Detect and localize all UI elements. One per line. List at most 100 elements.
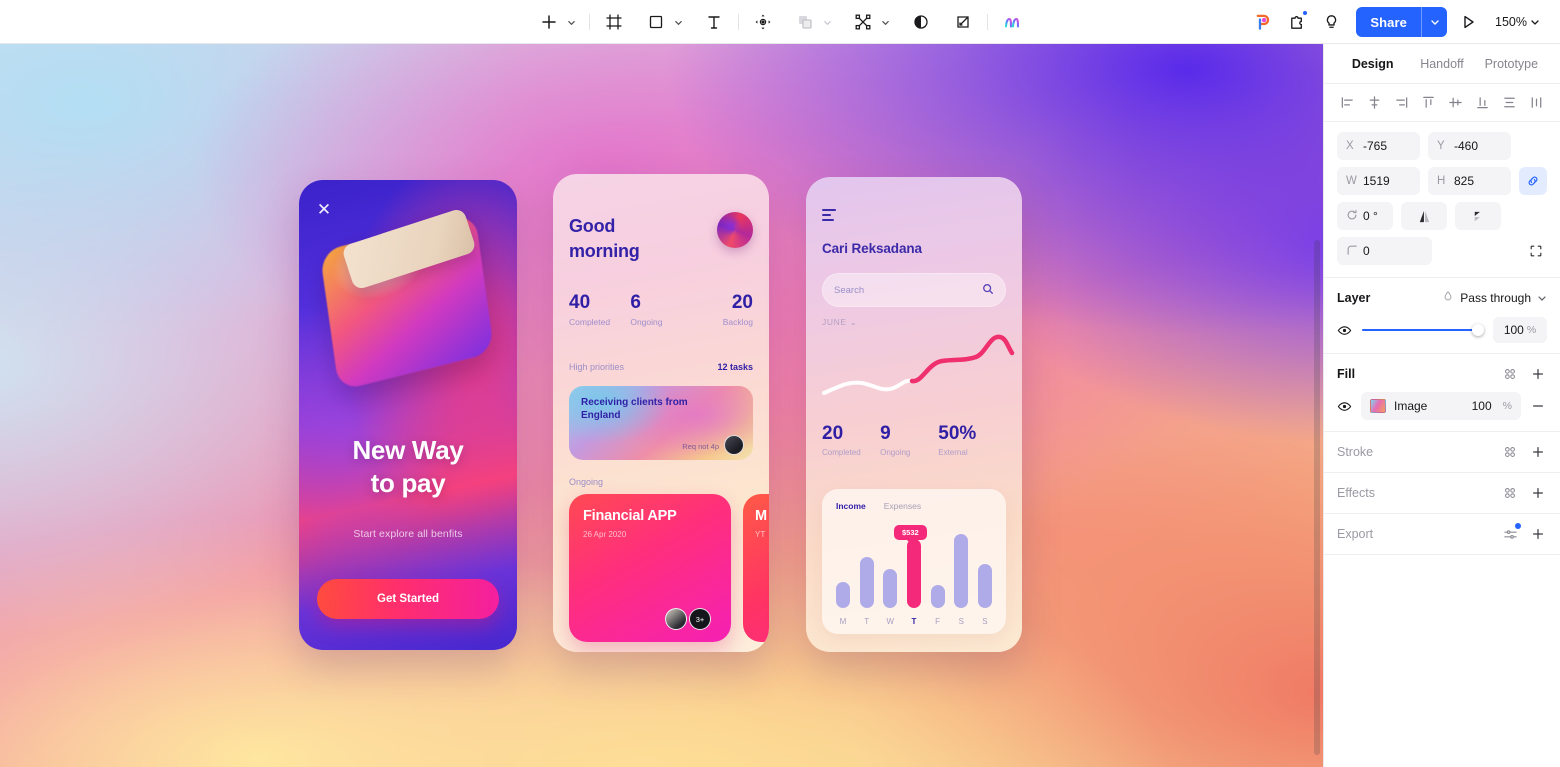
search-field[interactable]: Search bbox=[822, 273, 1006, 307]
get-started-button[interactable]: Get Started bbox=[317, 579, 499, 619]
vector-dropdown-caret[interactable] bbox=[878, 7, 894, 37]
mask-icon[interactable] bbox=[906, 7, 936, 37]
project-card-financial-app[interactable]: Financial APP 26 Apr 2020 3+ bbox=[569, 494, 731, 642]
rotation-flip-row: 0 ° bbox=[1337, 202, 1547, 230]
stat-backlog: 20 Backlog bbox=[692, 292, 753, 327]
toolbar-right-group: Share 150% bbox=[1246, 0, 1546, 44]
align-left-icon[interactable] bbox=[1337, 93, 1357, 113]
y-field[interactable]: Y -460 bbox=[1428, 132, 1511, 160]
phone-mockup-finance[interactable]: Cari Reksadana Search JUNE ⌄ 20 Complete… bbox=[806, 177, 1022, 652]
panel-tabs: Design Handoff Prototype bbox=[1324, 44, 1560, 84]
stat-value: 40 bbox=[569, 292, 591, 313]
shape-dropdown-caret[interactable] bbox=[671, 7, 687, 37]
eye-icon[interactable] bbox=[1337, 323, 1353, 338]
shape-rectangle-icon[interactable] bbox=[641, 7, 671, 37]
project-card-title: Financial APP bbox=[583, 508, 677, 524]
canvas-vertical-scrollbar[interactable] bbox=[1314, 240, 1320, 755]
image-swatch-icon[interactable] bbox=[1370, 399, 1386, 413]
boolean-icon[interactable] bbox=[790, 7, 820, 37]
bar-w-2[interactable] bbox=[883, 569, 898, 608]
boolean-dropdown-caret[interactable] bbox=[820, 7, 836, 37]
plus-icon[interactable] bbox=[1529, 484, 1547, 502]
bar-f-4[interactable] bbox=[930, 585, 945, 608]
bar-s-6[interactable] bbox=[977, 564, 992, 608]
tab-income[interactable]: Income bbox=[836, 501, 866, 511]
text-icon[interactable] bbox=[699, 7, 729, 37]
bar-t-3[interactable] bbox=[906, 539, 921, 608]
independent-corners-icon[interactable] bbox=[1525, 237, 1547, 265]
hamburger-menu-icon[interactable] bbox=[822, 209, 840, 224]
flip-horizontal-icon[interactable] bbox=[1455, 202, 1501, 230]
toolbar-divider bbox=[737, 14, 739, 30]
plus-icon[interactable] bbox=[1529, 525, 1547, 543]
height-field[interactable]: H 825 bbox=[1428, 167, 1511, 195]
search-icon[interactable] bbox=[982, 283, 994, 298]
style-library-icon[interactable] bbox=[1501, 365, 1519, 383]
tab-design[interactable]: Design bbox=[1338, 57, 1407, 71]
add-icon[interactable] bbox=[534, 7, 564, 37]
stat-ongoing: 6 Ongoing bbox=[630, 292, 691, 327]
vector-icon[interactable] bbox=[848, 7, 878, 37]
tab-expenses[interactable]: Expenses bbox=[884, 501, 921, 511]
share-dropdown-caret[interactable] bbox=[1421, 7, 1447, 37]
task-card-priority[interactable]: Receiving clients from England Req not 4… bbox=[569, 386, 753, 460]
opacity-slider[interactable] bbox=[1362, 323, 1484, 337]
slider-knob[interactable] bbox=[1472, 324, 1484, 336]
plugin-puzzle-icon[interactable] bbox=[1280, 7, 1314, 37]
fill-opacity-value[interactable]: 100 bbox=[1472, 399, 1492, 413]
search-input[interactable]: Search bbox=[834, 285, 982, 296]
eye-icon[interactable] bbox=[1337, 399, 1353, 414]
project-card-secondary[interactable]: M YT bbox=[743, 494, 769, 642]
align-bottom-icon[interactable] bbox=[1473, 93, 1493, 113]
align-top-icon[interactable] bbox=[1418, 93, 1438, 113]
style-library-icon[interactable] bbox=[1501, 443, 1519, 461]
frame-icon[interactable] bbox=[599, 7, 629, 37]
distribute-vertical-icon[interactable] bbox=[1500, 93, 1520, 113]
link-constrain-proportions-icon[interactable] bbox=[1519, 167, 1547, 195]
tab-prototype[interactable]: Prototype bbox=[1477, 57, 1546, 71]
close-icon[interactable]: ✕ bbox=[316, 201, 332, 218]
bar-t-1[interactable] bbox=[859, 557, 874, 608]
design-canvas[interactable]: ✕ New Way to pay Start explore all benfi… bbox=[0, 44, 1323, 767]
corner-radius-field[interactable]: 0 bbox=[1337, 237, 1432, 265]
bar-chart-day-labels: MTWTFSS bbox=[836, 617, 992, 626]
day-label-2: W bbox=[886, 617, 895, 626]
bar-s-5[interactable] bbox=[954, 534, 969, 608]
align-horizontal-center-icon[interactable] bbox=[1364, 93, 1384, 113]
avatar[interactable] bbox=[717, 212, 753, 248]
bar-m-0[interactable] bbox=[836, 582, 850, 608]
phone-mockup-dashboard[interactable]: Good morning 40 Completed 6 Ongoing 20 B… bbox=[553, 174, 769, 652]
top-toolbar: Share 150% bbox=[0, 0, 1560, 44]
effects-section: Effects bbox=[1324, 473, 1560, 514]
tab-handoff[interactable]: Handoff bbox=[1407, 57, 1476, 71]
plus-icon[interactable] bbox=[1529, 365, 1547, 383]
share-button[interactable]: Share bbox=[1356, 7, 1421, 37]
fill-image-chip[interactable]: Image 100 % bbox=[1361, 392, 1521, 420]
blend-mode-selector[interactable]: Pass through bbox=[1442, 290, 1547, 305]
export-settings-icon[interactable] bbox=[1501, 523, 1521, 543]
rotation-field[interactable]: 0 ° bbox=[1337, 202, 1393, 230]
plugin-badge-dot bbox=[1302, 10, 1309, 16]
plus-icon[interactable] bbox=[1529, 443, 1547, 461]
lightbulb-icon[interactable] bbox=[1314, 7, 1348, 37]
ai-icon[interactable] bbox=[997, 7, 1027, 37]
phone-mockup-onboarding[interactable]: ✕ New Way to pay Start explore all benfi… bbox=[299, 180, 517, 650]
x-field[interactable]: X -765 bbox=[1337, 132, 1420, 160]
align-right-icon[interactable] bbox=[1391, 93, 1411, 113]
size-row: W 1519 H 825 bbox=[1337, 167, 1547, 195]
opacity-value-field[interactable]: 100 % bbox=[1493, 317, 1547, 343]
move-icon[interactable] bbox=[748, 7, 778, 37]
income-expenses-chart-card[interactable]: Income Expenses $532 MTWTFSS bbox=[822, 489, 1006, 634]
width-field[interactable]: W 1519 bbox=[1337, 167, 1420, 195]
pixso-logo-icon[interactable] bbox=[1246, 7, 1280, 37]
minus-icon[interactable] bbox=[1529, 397, 1547, 415]
flip-vertical-icon[interactable] bbox=[1401, 202, 1447, 230]
stat-value: 9 bbox=[880, 423, 891, 444]
distribute-horizontal-icon[interactable] bbox=[1527, 93, 1547, 113]
play-icon[interactable] bbox=[1451, 7, 1485, 37]
style-library-icon[interactable] bbox=[1501, 484, 1519, 502]
zoom-level-control[interactable]: 150% bbox=[1489, 7, 1546, 37]
align-vertical-center-icon[interactable] bbox=[1446, 93, 1466, 113]
slice-icon[interactable] bbox=[948, 7, 978, 37]
add-dropdown-caret[interactable] bbox=[564, 7, 580, 37]
